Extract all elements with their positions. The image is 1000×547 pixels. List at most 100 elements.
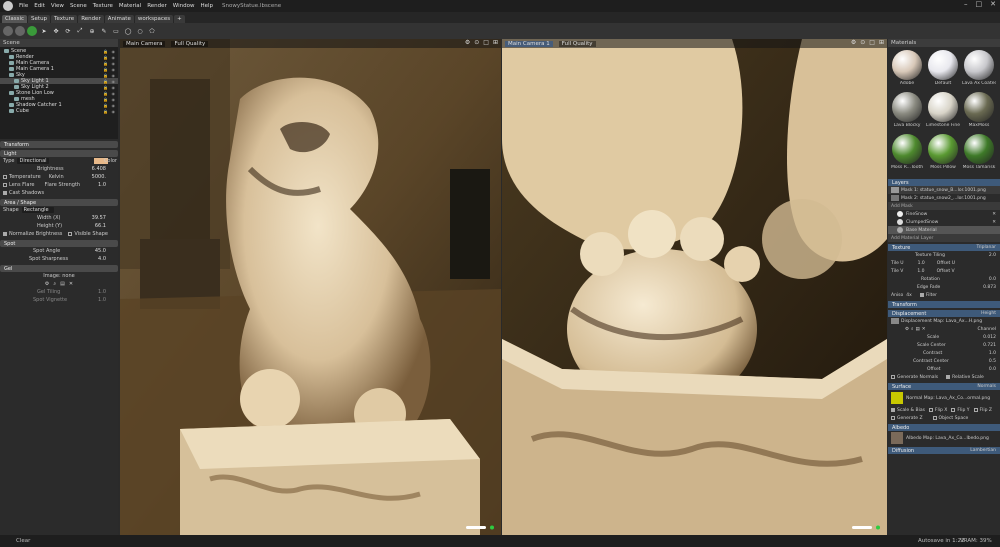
material-swatch[interactable]: Lava Ax Coated xyxy=(962,50,996,90)
section-transform[interactable]: Transform xyxy=(0,141,118,148)
viewport-pin-icon[interactable]: ⊙ xyxy=(860,39,865,46)
height-dropdown[interactable]: Height xyxy=(981,311,996,316)
gel-settings-icon[interactable]: ⚙ xyxy=(45,281,49,287)
visibility-eye-icon[interactable]: ◉ xyxy=(112,79,116,84)
viewport-maximize-icon[interactable]: □ xyxy=(483,39,489,46)
menu-window[interactable]: Window xyxy=(170,3,198,9)
object-space-checkbox[interactable] xyxy=(932,416,937,420)
contrast-value[interactable]: 1.0 xyxy=(989,351,996,356)
add-tab-button[interactable]: + xyxy=(174,15,185,23)
material-swatch[interactable]: MaxMoss xyxy=(962,92,996,132)
lens-flare-checkbox[interactable] xyxy=(3,183,7,187)
height-value[interactable]: 66.1 xyxy=(95,223,106,229)
menu-help[interactable]: Help xyxy=(197,3,216,9)
lock-icon[interactable]: 🔒 xyxy=(103,97,108,102)
material-swatch[interactable]: Lava Blocky xyxy=(890,92,924,132)
section-light[interactable]: Light xyxy=(0,150,118,157)
lock-icon[interactable]: 🔒 xyxy=(103,91,108,96)
lock-icon[interactable]: 🔒 xyxy=(103,79,108,84)
lock-icon[interactable]: 🔒 xyxy=(103,67,108,72)
tab-classic[interactable]: Classic xyxy=(2,15,28,23)
material-swatch[interactable]: Default xyxy=(926,50,960,90)
viewport-settings-icon[interactable]: ⚙ xyxy=(851,39,856,46)
flare-strength-value[interactable]: 1.0 xyxy=(98,182,106,188)
paint-icon[interactable]: ✎ xyxy=(99,26,109,36)
flip-x-checkbox[interactable] xyxy=(928,408,933,412)
menu-scene[interactable]: Scene xyxy=(67,3,90,9)
section-gel[interactable]: Gel xyxy=(0,265,118,272)
gel-folder-icon[interactable]: ▤ xyxy=(60,281,65,287)
albedo-map-row[interactable]: Albedo Map: Lava_Ax_Co...lbedo.png xyxy=(888,431,1000,445)
gel-clear-icon[interactable]: ✕ xyxy=(69,281,73,287)
section-texture[interactable]: Texture Triplanar xyxy=(888,244,1000,251)
camera-dropdown-left[interactable]: Main Camera xyxy=(123,40,166,47)
scale-value[interactable]: 0.012 xyxy=(983,335,996,340)
visibility-eye-icon[interactable]: ◉ xyxy=(112,61,116,66)
section-area-shape[interactable]: Area / Shape xyxy=(0,199,118,206)
gel-search-icon[interactable]: ⌕ xyxy=(53,281,56,287)
visibility-eye-icon[interactable]: ◉ xyxy=(112,85,116,90)
tab-animate[interactable]: Animate xyxy=(104,15,134,23)
aniso-dropdown[interactable]: 4x xyxy=(906,293,912,298)
material-swatch[interactable]: Moss Tamarisk xyxy=(962,134,996,174)
spot-vignette-value[interactable]: 1.0 xyxy=(98,297,106,303)
visibility-eye-icon[interactable]: ◉ xyxy=(112,49,116,54)
normalize-checkbox[interactable] xyxy=(3,232,7,236)
material-swatch[interactable]: Adobe xyxy=(890,50,924,90)
viewport-split-icon[interactable]: ⊞ xyxy=(493,39,498,46)
move-icon[interactable]: ✥ xyxy=(51,26,61,36)
temperature-checkbox[interactable] xyxy=(3,175,7,179)
select-arrow-icon[interactable]: ➤ xyxy=(39,26,49,36)
offset-value[interactable]: 0.0 xyxy=(989,367,996,372)
gel-tiling-value[interactable]: 1.0 xyxy=(98,289,106,295)
section-diffusion[interactable]: Diffusion Lambertian xyxy=(888,447,1000,454)
tab-render[interactable]: Render xyxy=(78,15,104,23)
type-dropdown[interactable]: Directional xyxy=(17,158,50,164)
quality-dropdown-left[interactable]: Full Quality xyxy=(171,40,209,47)
material-swatch[interactable]: Moss R...Tooth xyxy=(890,134,924,174)
section-layers[interactable]: Layers xyxy=(888,179,1000,186)
spot-sharpness-value[interactable]: 4.0 xyxy=(98,256,106,262)
material-swatch[interactable]: Limestone Fine xyxy=(926,92,960,132)
lock-icon[interactable]: 🔒 xyxy=(103,109,108,114)
tile-u-value[interactable]: 1.0 xyxy=(918,261,925,266)
viewport-pin-icon[interactable]: ⊙ xyxy=(474,39,479,46)
triplanar-dropdown[interactable]: Triplanar xyxy=(976,245,996,250)
displacement-map-row[interactable]: Displacement Map: Lava_Ax...H.png xyxy=(888,317,1000,325)
pivot-icon[interactable]: ⊕ xyxy=(87,26,97,36)
maximize-icon[interactable]: □ xyxy=(976,0,983,8)
visibility-eye-icon[interactable]: ◉ xyxy=(112,109,116,114)
mask-layer-2[interactable]: Mask 2: statue_snow2_...lor.1001.png xyxy=(888,194,1000,202)
section-transform-material[interactable]: Transform xyxy=(888,301,1000,308)
lock-icon[interactable]: 🔒 xyxy=(103,55,108,60)
rotation-value[interactable]: 0.0 xyxy=(989,277,996,282)
width-value[interactable]: 39.57 xyxy=(92,215,106,221)
visibility-eye-icon[interactable]: ◉ xyxy=(112,67,116,72)
mask-layer-1[interactable]: Mask 1: statue_snow_B...lor.1001.png xyxy=(888,186,1000,194)
rect-select-icon[interactable]: ▭ xyxy=(111,26,121,36)
material-mode-icon[interactable] xyxy=(15,26,25,36)
tile-v-value[interactable]: 1.0 xyxy=(917,269,924,274)
cast-shadows-checkbox[interactable] xyxy=(3,191,7,195)
camera-dropdown-right[interactable]: Main Camera 1 xyxy=(505,40,553,47)
rotate-icon[interactable]: ⟳ xyxy=(63,26,73,36)
add-material-layer-button[interactable]: Add Material Layer xyxy=(888,234,1000,242)
viewport-settings-icon[interactable]: ⚙ xyxy=(465,39,470,46)
normal-map-row[interactable]: Normal Map: Lava_Ax_Co...ormal.png xyxy=(888,390,1000,406)
menu-file[interactable]: File xyxy=(16,3,31,9)
lambertian-dropdown[interactable]: Lambertian xyxy=(970,448,996,453)
add-mask-button[interactable]: Add Mask xyxy=(888,202,1000,210)
filter-checkbox[interactable] xyxy=(919,293,924,297)
viewport-split-icon[interactable]: ⊞ xyxy=(879,39,884,46)
clear-button[interactable]: Clear xyxy=(16,538,30,544)
section-spot[interactable]: Spot xyxy=(0,240,118,247)
brightness-value[interactable]: 6.408 xyxy=(92,166,106,172)
lock-icon[interactable]: 🔒 xyxy=(103,103,108,108)
displacement-tool-icons[interactable]: ⚙⌕▤✕ xyxy=(905,326,928,332)
menu-material[interactable]: Material xyxy=(116,3,144,9)
menu-texture[interactable]: Texture xyxy=(90,3,116,9)
material-swatch[interactable]: Moss Pillow xyxy=(926,134,960,174)
lock-icon[interactable]: 🔒 xyxy=(103,49,108,54)
tab-workspaces[interactable]: workspaces xyxy=(134,15,174,23)
quality-dropdown-right[interactable]: Full Quality xyxy=(558,40,596,47)
